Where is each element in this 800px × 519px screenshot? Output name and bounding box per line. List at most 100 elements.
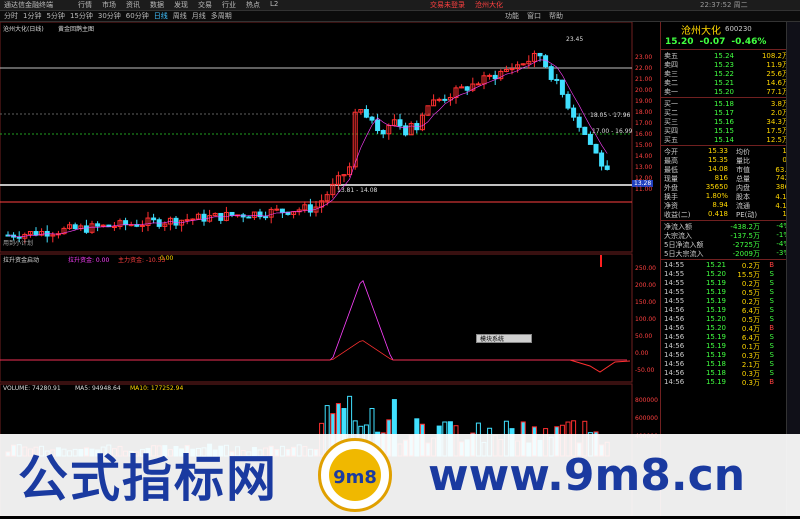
candle	[509, 68, 515, 71]
tick-price: 15.19	[705, 306, 726, 314]
annotation-2: 17.00 - 16.99	[592, 128, 633, 135]
flow-label: 净流入额	[664, 223, 692, 231]
candle	[307, 204, 313, 213]
menu-item[interactable]: 热点	[246, 0, 260, 10]
menu-item[interactable]: 行业	[222, 0, 236, 10]
module-popup[interactable]: 模块系统	[476, 334, 532, 343]
tick-side: B	[769, 324, 774, 332]
volume-ma5: MA5: 94948.64	[75, 385, 121, 392]
stat-label: 外盘	[664, 184, 678, 192]
stat-label: 量比	[736, 157, 750, 165]
period-tab[interactable]: 周线	[173, 11, 187, 21]
flow-value: -2725万	[732, 241, 760, 249]
tick-time: 14:56	[664, 360, 685, 368]
tick-list[interactable]: 14:55 15.21 0.2万 B 14:55 15.20 15.5万 S 14:55 15.1…	[661, 261, 800, 387]
period-tab[interactable]: 30分钟	[98, 11, 121, 21]
candle	[72, 224, 78, 230]
period-tab[interactable]: 分时	[4, 11, 18, 21]
sell-row: 卖一 15.20 77.1万	[661, 87, 800, 96]
period-toolbar: 分时 1分钟 5分钟 15分钟 30分钟 60分钟 日线 周线 月线 多周期 功…	[0, 11, 800, 22]
tick-row: 14:56 15.19 0.3万 B	[661, 378, 800, 387]
tick-volume: 2.1万	[741, 361, 760, 369]
tick-side: S	[769, 288, 774, 296]
period-tab[interactable]: 15分钟	[70, 11, 93, 21]
tick-time: 14:55	[664, 279, 685, 287]
tool-function[interactable]: 功能	[505, 11, 519, 21]
tick-row: 14:56 15.19 0.1万 S	[661, 342, 800, 351]
tick-row: 14:56 15.18 0.3万 S	[661, 369, 800, 378]
menu-item[interactable]: 资讯	[126, 0, 140, 10]
period-tab[interactable]: 5分钟	[46, 11, 64, 21]
candle	[599, 152, 605, 167]
tool-help[interactable]: 帮助	[549, 11, 563, 21]
period-tab[interactable]: 60分钟	[126, 11, 149, 21]
buy-row: 买五 15.14 12.5万	[661, 135, 800, 144]
period-tab[interactable]: 1分钟	[23, 11, 41, 21]
flow-row: 5日大宗流入 -2009万 -3%	[661, 249, 800, 258]
volume-ma10: MA10: 177252.94	[130, 385, 184, 392]
buy-orders: 买一 15.18 3.8万 买二 15.17 2.0万 买三 15.16 34.3万 买四 15.1…	[661, 99, 800, 144]
sub1-line1: 拉升资金: 0.00	[68, 257, 110, 264]
menu-item[interactable]: 数据	[150, 0, 164, 10]
ma-line	[7, 59, 608, 238]
order-price: 15.18	[713, 99, 734, 108]
candle	[492, 74, 498, 80]
login-alert[interactable]: 交易未登录	[430, 0, 465, 10]
tick-volume: 0.5万	[741, 316, 760, 324]
order-label: 卖一	[664, 87, 678, 96]
watermark-left-text: 公式指标网	[18, 450, 278, 508]
tick-volume: 15.5万	[737, 271, 760, 279]
candle	[190, 218, 196, 221]
stat-label: 股本	[736, 193, 750, 201]
stat-value: 816	[714, 174, 728, 182]
high-label: 23.45	[566, 36, 584, 43]
tick-price: 15.19	[705, 342, 726, 350]
menu-item[interactable]: L2	[270, 0, 278, 10]
fund-flow: 净流入额 -438.2万 -4% 大宗流入 -137.5万 -1% 5日净流入额 -2725万…	[661, 222, 800, 258]
lower-label: 用到小计划	[3, 240, 34, 247]
order-label: 买五	[664, 135, 678, 144]
tick-volume: 0.1万	[741, 343, 760, 351]
tick-side: S	[769, 306, 774, 314]
period-tab[interactable]: 月线	[192, 11, 206, 21]
flow-line	[0, 280, 627, 361]
period-tab[interactable]: 多周期	[211, 11, 232, 21]
sub1-title: 拉升资金启动	[3, 257, 40, 264]
flow-dip	[569, 359, 631, 373]
flow-value: -438.2万	[730, 223, 760, 231]
menu-item[interactable]: 行情	[78, 0, 92, 10]
candle	[83, 225, 89, 233]
app-title: 通达信金融终端	[4, 1, 53, 9]
tick-row: 14:56 15.19 6.4万 S	[661, 306, 800, 315]
candle	[571, 107, 577, 118]
tick-time: 14:56	[664, 315, 685, 323]
stat-row: 外盘35650内盘38631	[661, 183, 800, 192]
flow-label: 5日大宗流入	[664, 250, 704, 258]
menu-item[interactable]: 发现	[174, 0, 188, 10]
tick-volume: 0.3万	[741, 379, 760, 387]
tick-price: 15.18	[705, 360, 726, 368]
order-price: 15.17	[713, 108, 734, 117]
tick-time: 14:56	[664, 378, 685, 386]
candle	[134, 224, 140, 227]
tick-time: 14:56	[664, 351, 685, 359]
candle	[363, 109, 369, 118]
stat-label: 今开	[664, 148, 678, 156]
order-price: 15.23	[713, 60, 734, 69]
tool-window[interactable]: 窗口	[527, 11, 541, 21]
order-price: 15.20	[713, 87, 734, 96]
tick-side: S	[769, 369, 774, 377]
flow-line	[0, 340, 627, 361]
menu-item[interactable]: 市场	[102, 0, 116, 10]
candle	[604, 165, 610, 170]
main-title: 沧州大化(日线)	[3, 26, 44, 33]
sub1-line3: 0.00	[160, 255, 174, 262]
menu-item[interactable]: 交易	[198, 0, 212, 10]
flow-row: 大宗流入 -137.5万 -1%	[661, 231, 800, 240]
stat-value: 15.33	[707, 147, 728, 155]
stat-label: 收益(二)	[664, 211, 691, 219]
tick-side: S	[769, 279, 774, 287]
period-tab-active[interactable]: 日线	[154, 11, 168, 21]
tick-volume: 0.3万	[741, 352, 760, 360]
stat-row: 换手1.80%股本4.19亿	[661, 192, 800, 201]
